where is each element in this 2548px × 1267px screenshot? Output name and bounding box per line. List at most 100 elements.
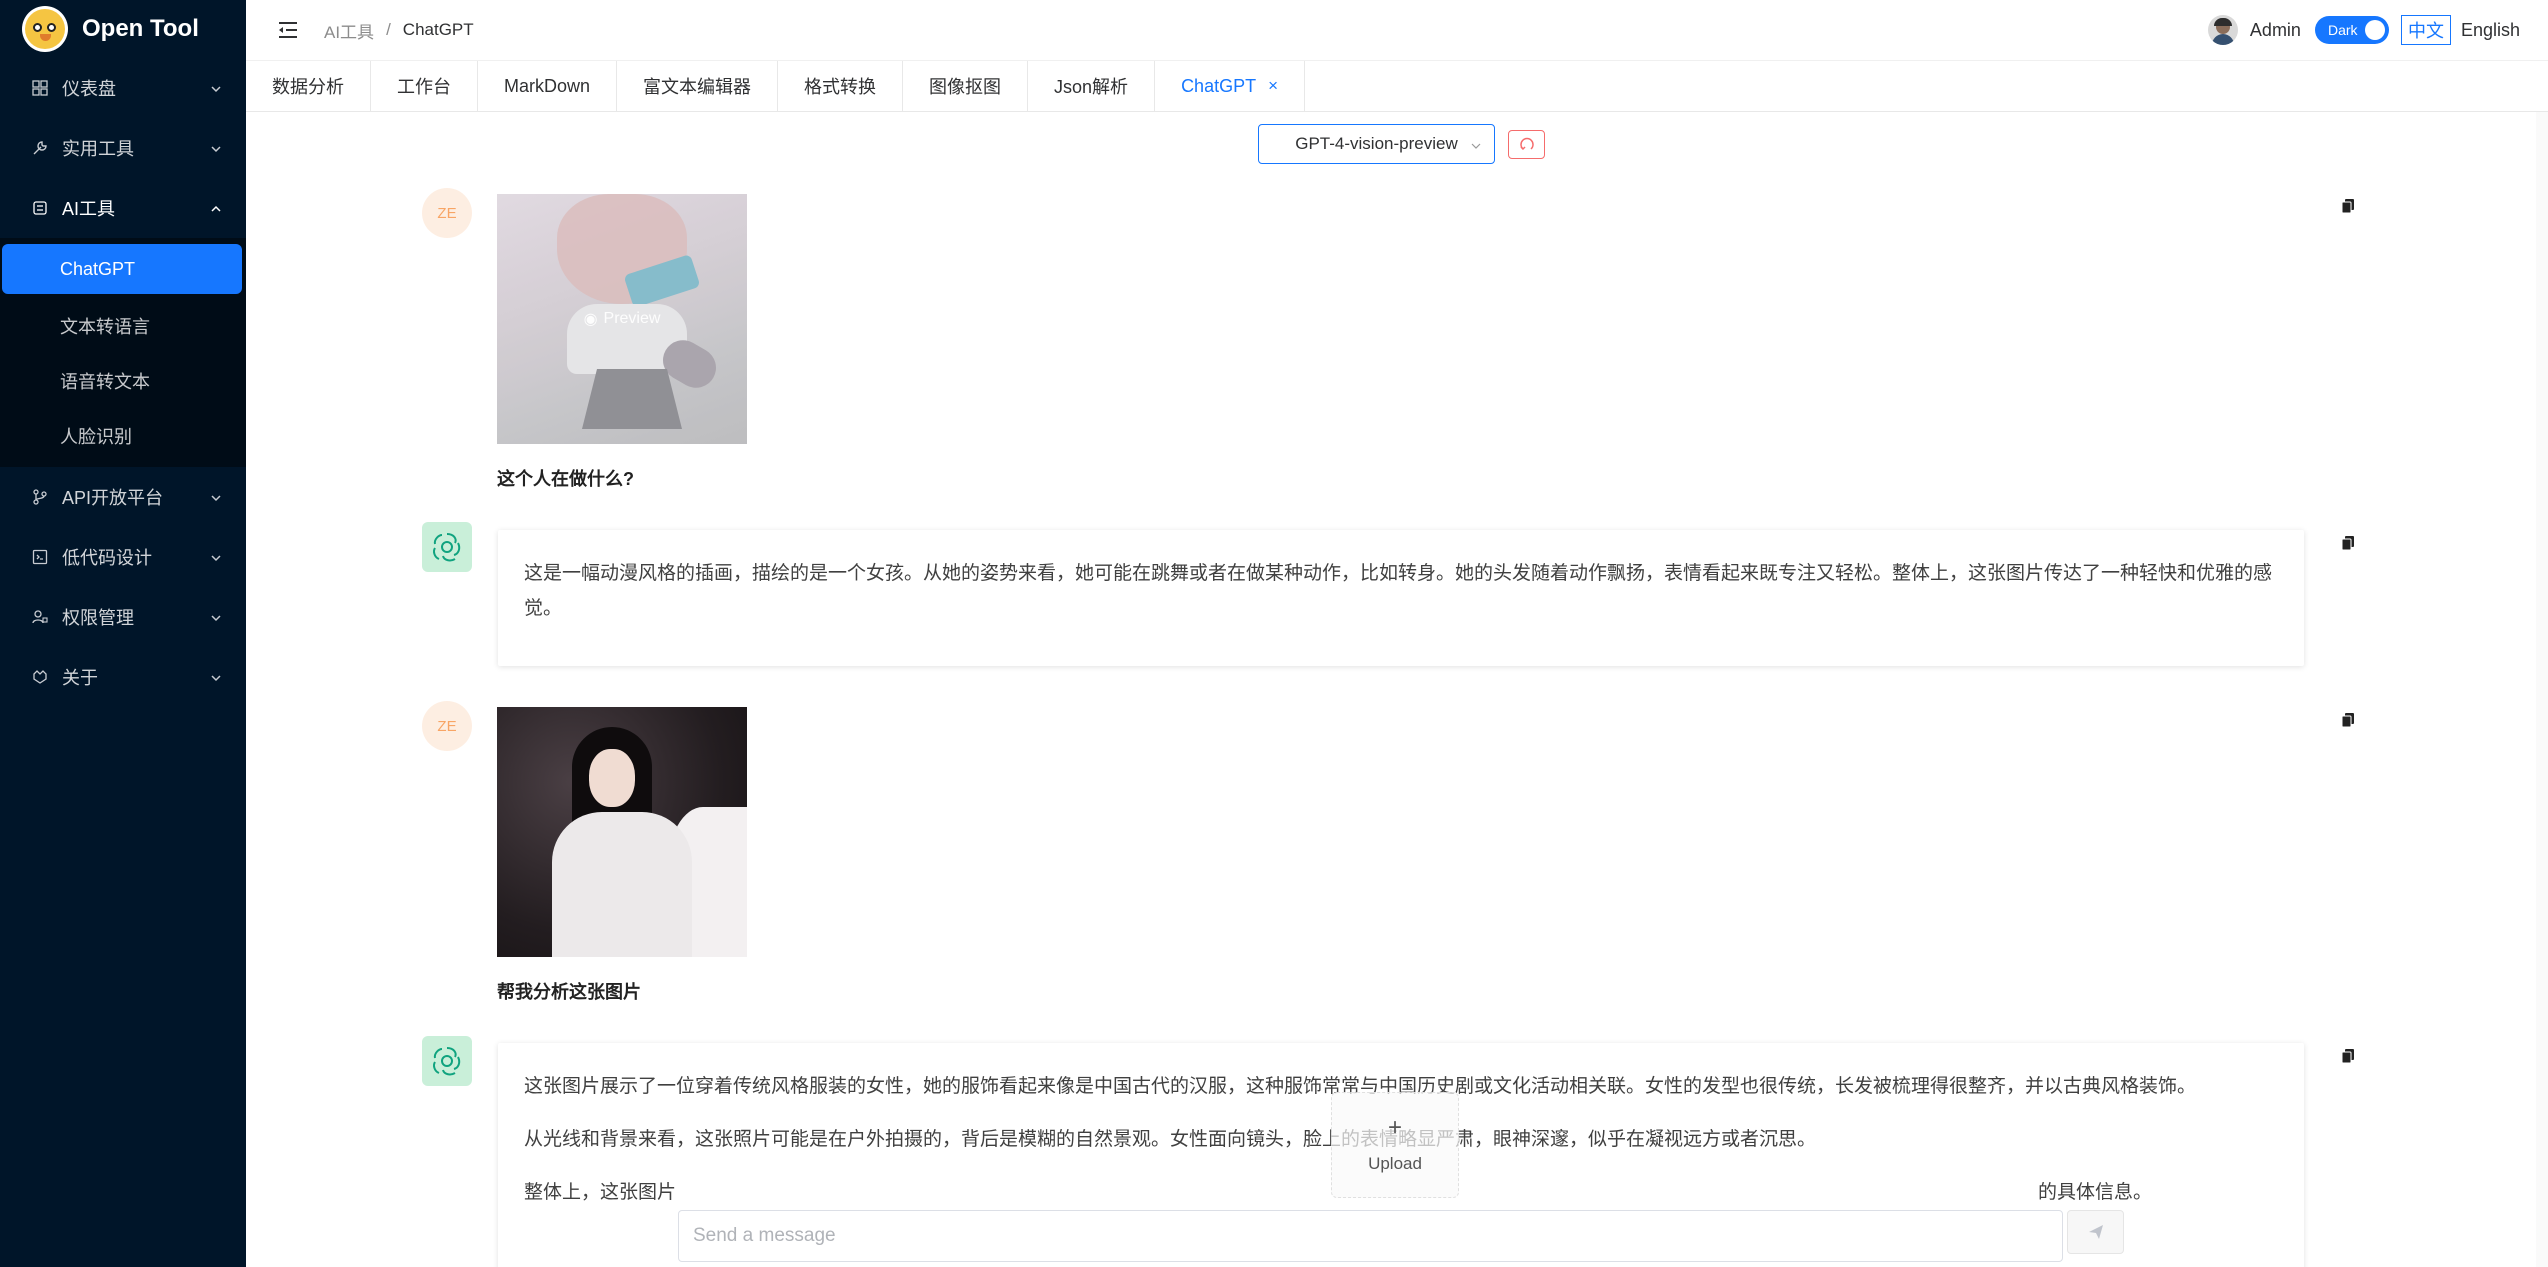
chevron-down-icon xyxy=(210,672,221,682)
copy-icon[interactable] xyxy=(2341,198,2355,214)
tab-markdown[interactable]: MarkDown xyxy=(478,61,618,111)
tab-label: 数据分析 xyxy=(272,77,344,97)
message-input-wrapper xyxy=(678,1210,2063,1262)
code-icon xyxy=(32,549,48,565)
tab-format-convert[interactable]: 格式转换 xyxy=(778,61,904,111)
breadcrumb: AI工具 / ChatGPT xyxy=(324,18,474,43)
top-header: AI工具 / ChatGPT Admin Dark 中文 English xyxy=(246,0,2548,61)
theme-toggle-label: Dark xyxy=(2327,22,2358,38)
preview-label: Preview xyxy=(603,310,661,327)
chevron-up-icon xyxy=(210,203,221,213)
tab-label: MarkDown xyxy=(504,75,591,96)
api-icon xyxy=(32,489,48,505)
lang-zh-button[interactable]: 中文 xyxy=(2400,15,2451,45)
model-bar: GPT-4-vision-preview xyxy=(1258,124,1545,164)
tool-icon xyxy=(32,140,48,156)
menu-fold-icon xyxy=(279,22,297,38)
sidebar-item-tools[interactable]: 实用工具 xyxy=(0,118,246,178)
ai-tools-submenu: ChatGPT 文本转语言 语音转文本 人脸识别 xyxy=(0,238,246,467)
breadcrumb-parent[interactable]: AI工具 xyxy=(324,18,374,43)
breadcrumb-current: ChatGPT xyxy=(402,20,474,39)
sidebar-item-label: 权限管理 xyxy=(62,608,134,628)
tab-data-analysis[interactable]: 数据分析 xyxy=(246,61,371,111)
copy-icon[interactable] xyxy=(2341,1048,2355,1064)
chevron-down-icon xyxy=(210,143,221,153)
app-title: Open Tool xyxy=(82,15,199,42)
sidebar-item-permissions[interactable]: 权限管理 xyxy=(0,587,246,647)
uploaded-image[interactable]: ◉ Preview xyxy=(497,194,747,444)
message-input[interactable] xyxy=(693,1225,2062,1247)
sidebar-item-text-to-speech[interactable]: 文本转语言 xyxy=(0,298,246,353)
plus-icon: + xyxy=(1387,1114,1402,1141)
toggle-knob xyxy=(2364,20,2385,40)
tab-label: ChatGPT xyxy=(1181,75,1257,96)
tab-label: 格式转换 xyxy=(804,77,877,97)
chevron-down-icon xyxy=(210,83,221,93)
header-actions: Admin Dark 中文 English xyxy=(2207,15,2548,45)
tab-rich-text-editor[interactable]: 富文本编辑器 xyxy=(617,61,779,111)
chatgpt-icon xyxy=(422,522,472,572)
menu-fold-button[interactable] xyxy=(276,18,300,42)
sidebar-item-label: 仪表盘 xyxy=(62,79,116,99)
assistant-message-text-tail: 的具体信息。 xyxy=(2037,1182,2152,1203)
user-avatar: ZE xyxy=(422,701,472,751)
scrollbar[interactable] xyxy=(2536,112,2548,1267)
sidebar-item-label: API开放平台 xyxy=(62,488,164,508)
eye-icon: ◉ xyxy=(583,311,598,328)
chevron-down-icon xyxy=(210,492,221,502)
lang-en-button[interactable]: English xyxy=(2455,19,2526,42)
model-select[interactable]: GPT-4-vision-preview xyxy=(1258,124,1495,164)
sidebar-item-label: 实用工具 xyxy=(62,139,134,159)
assistant-message: 这是一幅动漫风格的插画，描绘的是一个女孩。从她的姿势来看，她可能在跳舞或者在做某… xyxy=(498,530,2304,666)
user-lock-icon xyxy=(32,609,48,625)
tab-label: 工作台 xyxy=(397,77,451,97)
image-preview-overlay[interactable]: ◉ Preview xyxy=(497,194,747,444)
theme-toggle[interactable]: Dark xyxy=(2314,16,2389,44)
copy-icon[interactable] xyxy=(2341,535,2355,551)
tab-json-parse[interactable]: Json解析 xyxy=(1028,61,1156,111)
sidebar-item-label: AI工具 xyxy=(62,199,116,219)
copy-icon[interactable] xyxy=(2341,712,2355,728)
close-icon[interactable]: × xyxy=(1268,76,1278,96)
sidebar-item-dashboard[interactable]: 仪表盘 xyxy=(0,58,246,118)
refresh-icon xyxy=(1519,137,1534,151)
breadcrumb-separator: / xyxy=(386,20,391,39)
sidebar-item-about[interactable]: 关于 xyxy=(0,647,246,707)
tab-label: 富文本编辑器 xyxy=(643,77,752,97)
sidebar-item-low-code[interactable]: 低代码设计 xyxy=(0,527,246,587)
tab-bar: 数据分析 工作台 MarkDown 富文本编辑器 格式转换 图像抠图 Json解… xyxy=(246,61,2548,112)
sidebar-item-api-platform[interactable]: API开放平台 xyxy=(0,467,246,527)
tab-chatgpt[interactable]: ChatGPT × xyxy=(1155,61,1306,111)
assistant-message-text: 这是一幅动漫风格的插画，描绘的是一个女孩。从她的姿势来看，她可能在跳舞或者在做某… xyxy=(524,563,2273,619)
user-avatar: ZE xyxy=(422,188,472,238)
dashboard-icon xyxy=(32,80,48,96)
sidebar-menu: 仪表盘 实用工具 AI工具 ChatGPT 文本转语言 语音转文本 人脸识别 A… xyxy=(0,58,246,707)
send-button[interactable] xyxy=(2067,1210,2124,1254)
send-icon xyxy=(2088,1225,2103,1239)
sidebar-item-label: 关于 xyxy=(62,668,98,688)
tab-image-matting[interactable]: 图像抠图 xyxy=(903,61,1029,111)
user-message-text: 这个人在做什么? xyxy=(497,469,634,489)
model-select-value: GPT-4-vision-preview xyxy=(1295,134,1458,153)
tab-label: Json解析 xyxy=(1054,77,1129,97)
avatar[interactable] xyxy=(2207,15,2238,45)
tab-workbench[interactable]: 工作台 xyxy=(371,61,478,111)
sidebar-item-ai-tools[interactable]: AI工具 xyxy=(0,178,246,238)
sidebar-item-chatgpt[interactable]: ChatGPT xyxy=(2,244,242,294)
sidebar: Open Tool 仪表盘 实用工具 AI工具 ChatGPT 文本转语言 语音… xyxy=(0,0,246,1267)
assistant-message-text: 整体上，这张图片 xyxy=(524,1182,677,1203)
refresh-button[interactable] xyxy=(1508,129,1545,159)
upload-button[interactable]: + Upload xyxy=(1331,1092,1459,1198)
robot-icon xyxy=(32,200,48,216)
user-message-text: 帮我分析这张图片 xyxy=(497,982,641,1002)
chatgpt-icon xyxy=(422,1036,472,1086)
sidebar-item-face-recognition[interactable]: 人脸识别 xyxy=(0,408,246,463)
logo-icon xyxy=(22,6,68,52)
chevron-down-icon xyxy=(1470,137,1482,157)
user-name[interactable]: Admin xyxy=(2250,20,2301,41)
upload-label: Upload xyxy=(1368,1154,1422,1173)
tab-label: 图像抠图 xyxy=(929,77,1002,97)
app-logo[interactable]: Open Tool xyxy=(0,0,246,58)
uploaded-image[interactable] xyxy=(497,707,747,957)
sidebar-item-speech-to-text[interactable]: 语音转文本 xyxy=(0,353,246,408)
